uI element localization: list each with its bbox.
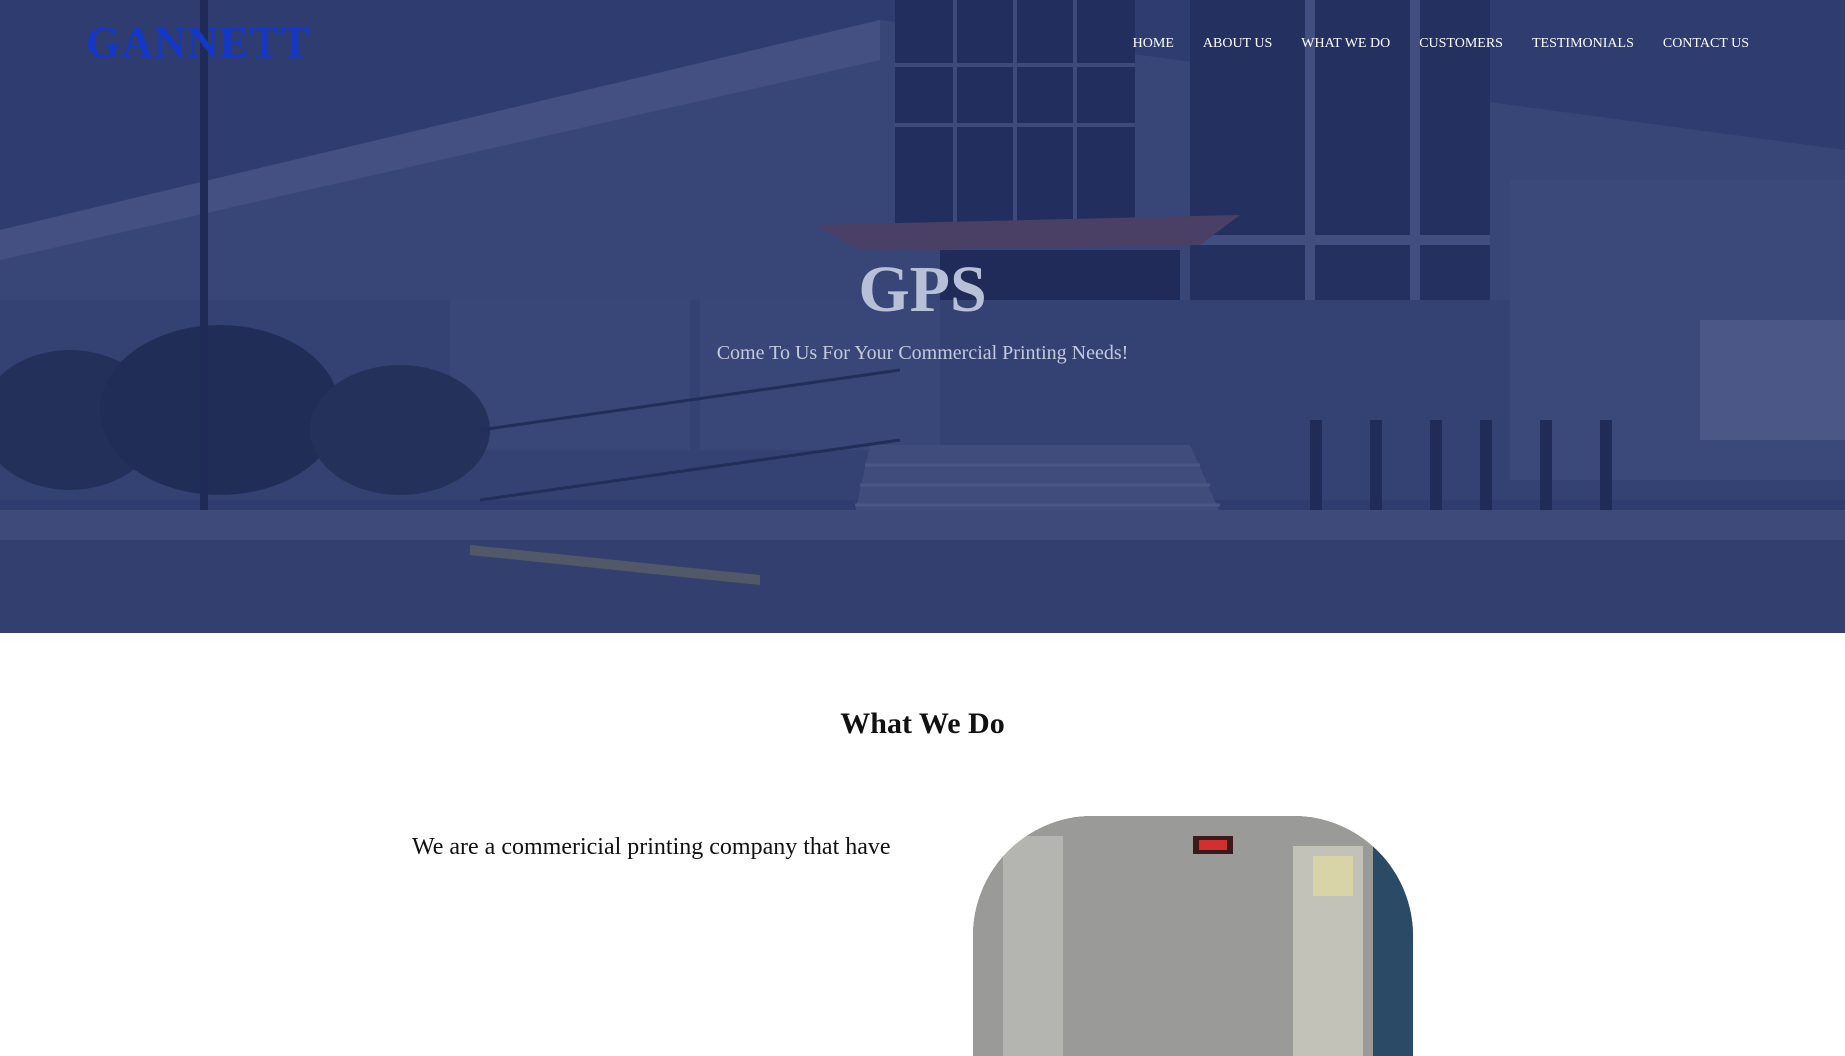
nav-testimonials[interactable]: TESTIMONIALS <box>1532 35 1634 53</box>
hero-subtitle: Come To Us For Your Commercial Printing … <box>716 342 1129 364</box>
nav-contact-us[interactable]: CONTACT US <box>1663 35 1749 53</box>
site-logo[interactable]: GANNETT <box>86 18 311 68</box>
nav-home[interactable]: HOME <box>1133 35 1174 53</box>
main-nav: HOME ABOUT US WHAT WE DO CUSTOMERS TESTI… <box>1104 35 1749 53</box>
nav-about-us[interactable]: ABOUT US <box>1203 35 1272 53</box>
warehouse-photo <box>973 816 1413 1056</box>
what-we-do-photo <box>973 816 1413 1056</box>
what-we-do-heading: What We Do <box>840 707 1005 740</box>
what-we-do-text: We are a commericial printing company th… <box>412 834 891 860</box>
nav-customers[interactable]: CUSTOMERS <box>1419 35 1503 53</box>
nav-what-we-do[interactable]: WHAT WE DO <box>1301 35 1390 53</box>
hero-title: GPS <box>858 253 987 326</box>
